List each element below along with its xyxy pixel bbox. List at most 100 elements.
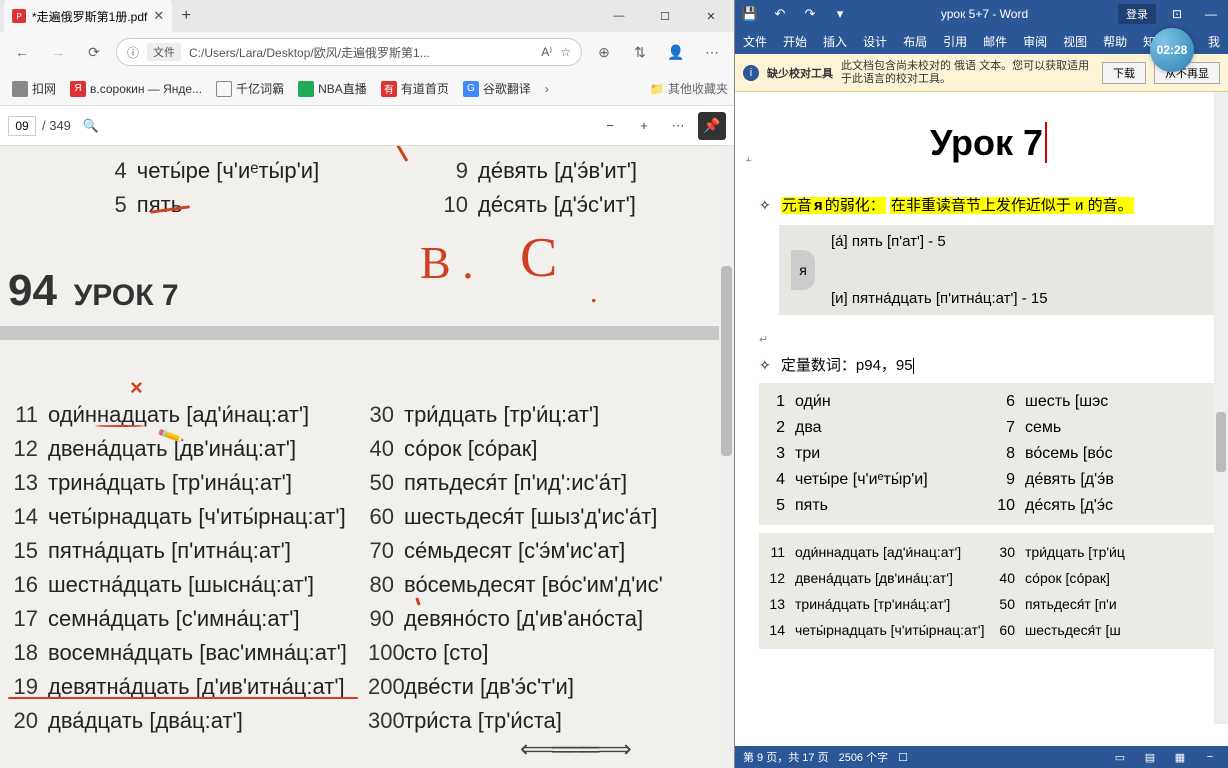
bookmark-item[interactable]: 有有道首页 <box>375 77 455 100</box>
annotation-x: × <box>130 375 143 401</box>
handwriting-annotation: С <box>520 226 557 290</box>
zoom-in-icon[interactable]: + <box>630 112 658 140</box>
sync-icon[interactable]: ⇅ <box>626 38 654 66</box>
pin-icon[interactable]: 📌 <box>698 112 726 140</box>
embedded-image: [а́] пять [п'ат'] - 5 я [и] пятна́дцать … <box>779 225 1218 315</box>
maximize-button[interactable]: ☐ <box>642 0 688 32</box>
tab-help[interactable]: 帮助 <box>1095 28 1135 54</box>
bookmark-icon <box>298 81 314 97</box>
scrollbar-thumb[interactable] <box>721 266 732 456</box>
minimize-button[interactable]: — <box>1198 7 1224 21</box>
document-title: урок 5+7 - Word <box>859 7 1110 21</box>
web-layout-icon[interactable]: ▦ <box>1170 751 1190 764</box>
bookmark-icon <box>12 81 28 97</box>
tab-review[interactable]: 审阅 <box>1015 28 1055 54</box>
pdf-toolbar: / 349 🔍 − + ⋯ 📌 <box>0 106 734 146</box>
other-bookmarks-folder[interactable]: 📁 其他收藏夹 <box>650 80 728 97</box>
bookmark-item[interactable]: G谷歌翻译 <box>457 77 537 100</box>
back-button[interactable]: ← <box>8 38 36 66</box>
address-bar[interactable]: ⓘ 文件 C:/Users/Lara/Desktop/欧风/走遍俄罗斯第1...… <box>116 38 582 66</box>
bullet-paragraph: ✧ 元音я的弱化： 在非重读音节上发作近似于 и 的音。 <box>759 194 1218 215</box>
page-header: 94 УРОК 7 <box>8 266 179 316</box>
close-tab-icon[interactable]: ✕ <box>153 8 164 24</box>
tab-references[interactable]: 引用 <box>935 28 975 54</box>
collections-icon[interactable]: ⊕ <box>590 38 618 66</box>
tab-file[interactable]: 文件 <box>735 28 775 54</box>
tab-title: *走遍俄罗斯第1册.pdf <box>32 8 147 25</box>
scrollbar-vertical[interactable] <box>1214 92 1228 724</box>
redo-icon[interactable]: ↷ <box>799 6 821 22</box>
favorite-icon[interactable]: ☆ <box>560 45 571 59</box>
qat-more-icon[interactable]: ▾ <box>829 6 851 22</box>
text-cursor <box>1043 122 1047 163</box>
more-icon[interactable]: ⋯ <box>664 112 692 140</box>
pdf-viewport[interactable]: 4четы́ре [ч'иᵉты́р'и] 5пять 9де́вять [д'… <box>0 146 734 768</box>
minimize-button[interactable]: — <box>596 0 642 32</box>
tab-insert[interactable]: 插入 <box>815 28 855 54</box>
forward-button[interactable]: → <box>44 38 72 66</box>
anchor-icon: ⫠ <box>745 152 752 165</box>
tab-view[interactable]: 视图 <box>1055 28 1095 54</box>
bookmark-icon <box>216 81 232 97</box>
page-total: / 349 <box>42 118 71 133</box>
tab-mailings[interactable]: 邮件 <box>975 28 1015 54</box>
document-body[interactable]: ⫠ Урок 7 ✧ 元音я的弱化： 在非重读音节上发作近似于 и 的音。 [а… <box>735 92 1228 746</box>
page-input[interactable] <box>8 116 36 136</box>
undo-icon[interactable]: ↶ <box>769 6 791 22</box>
read-aloud-icon[interactable]: A⁾ <box>541 45 552 59</box>
page-indicator[interactable]: 第 9 页，共 17 页 <box>743 749 829 765</box>
pdf-icon: P <box>12 9 26 23</box>
paragraph-mark: ↵ <box>759 333 1218 346</box>
url-scheme: 文件 <box>147 43 181 61</box>
annotation-circle <box>95 425 145 427</box>
word-titlebar: 💾 ↶ ↷ ▾ урок 5+7 - Word 登录 ⊡ — <box>735 0 1228 28</box>
close-window-button[interactable]: ✕ <box>688 0 734 32</box>
refresh-button[interactable]: ⟳ <box>80 38 108 66</box>
diamond-bullet-icon: ✧ <box>759 357 771 373</box>
tab-design[interactable]: 设计 <box>855 28 895 54</box>
scrollbar-thumb[interactable] <box>1216 412 1226 472</box>
bookmarks-overflow[interactable]: › <box>539 82 555 96</box>
embedded-image: 1оди́н6шесть [шэс 2два7семь 3три8во́семь… <box>759 383 1218 525</box>
status-bar: 第 9 页，共 17 页 2506 个字 ☐ ▭ ▤ ▦ − <box>735 746 1228 768</box>
new-tab-button[interactable]: + <box>172 0 200 32</box>
tab-share[interactable]: 我 <box>1200 28 1228 54</box>
bookmark-item[interactable]: Яв.сорокин — Янде... <box>64 78 208 100</box>
paragraph-mark <box>913 358 914 374</box>
search-icon[interactable]: 🔍 <box>77 112 105 140</box>
menu-icon[interactable]: ⋯ <box>698 38 726 66</box>
heading-1: Урок 7 <box>759 122 1218 164</box>
zoom-out-icon[interactable]: − <box>596 112 624 140</box>
bookmark-item[interactable]: 扣网 <box>6 77 62 100</box>
bullet-paragraph: ✧ 定量数词：p94，95 <box>759 354 1218 375</box>
tab-layout[interactable]: 布局 <box>895 28 935 54</box>
info-icon: i <box>743 65 759 81</box>
message-desc: 此文档包含尚未校对的 俄语 文本。您可以获取适用于此语言的校对工具。 <box>841 60 1094 86</box>
diamond-bullet-icon: ✧ <box>759 197 771 213</box>
profile-icon[interactable]: 👤 <box>662 38 690 66</box>
embedded-image: 11оди́ннадцать [ад'и́нац:ат']30три́дцать… <box>759 533 1218 649</box>
bookmark-icon: 有 <box>381 81 397 97</box>
info-icon: ⓘ <box>127 44 139 61</box>
word-count[interactable]: 2506 个字 <box>839 749 889 765</box>
browser-tab[interactable]: P *走遍俄罗斯第1册.pdf ✕ <box>4 0 172 32</box>
tab-home[interactable]: 开始 <box>775 28 815 54</box>
scrollbar-vertical[interactable] <box>719 146 734 768</box>
bookmark-item[interactable]: 千亿词霸 <box>210 77 290 100</box>
edge-browser: P *走遍俄罗斯第1册.pdf ✕ + — ☐ ✕ ← → ⟳ ⓘ 文件 C:/… <box>0 0 735 768</box>
print-layout-icon[interactable]: ▤ <box>1140 751 1160 764</box>
bookmark-item[interactable]: NBA直播 <box>292 77 373 100</box>
language-icon[interactable]: ☐ <box>898 751 908 764</box>
recording-timer-overlay: 02:28 <box>1150 28 1194 72</box>
zoom-out-icon[interactable]: − <box>1200 751 1220 763</box>
annotation-underline <box>8 697 358 699</box>
save-icon[interactable]: 💾 <box>739 6 761 22</box>
download-button[interactable]: 下载 <box>1102 62 1146 84</box>
read-mode-icon[interactable]: ▭ <box>1110 751 1130 764</box>
double-arrow-icon: ⟸═══⟹ <box>520 735 630 764</box>
login-button[interactable]: 登录 <box>1118 4 1156 24</box>
ribbon-options-icon[interactable]: ⊡ <box>1164 7 1190 21</box>
bookmark-icon: G <box>463 81 479 97</box>
handwriting-annotation: . <box>590 276 598 310</box>
titlebar: P *走遍俄罗斯第1册.pdf ✕ + — ☐ ✕ <box>0 0 734 32</box>
